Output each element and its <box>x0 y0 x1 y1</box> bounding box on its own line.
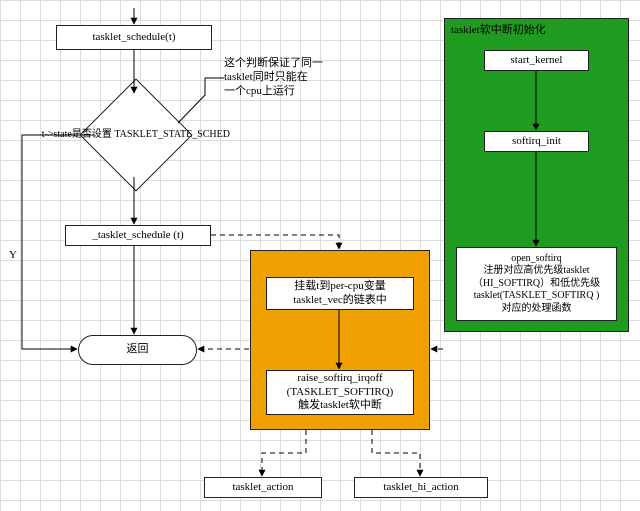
node-tasklet-action: tasklet_action <box>204 477 322 498</box>
node-decision-label: t->state是否设置 TASKLET_STATE_SCHED <box>42 129 230 142</box>
edge-label-y: Y <box>9 249 17 261</box>
node-orange-raise: raise_softirq_irqoff (TASKLET_SOFTIRQ) 触… <box>266 370 414 415</box>
node-start-kernel: start_kernel <box>484 50 589 71</box>
node-tasklet-schedule: tasklet_schedule(t) <box>56 25 212 50</box>
node-return: 返回 <box>78 335 197 365</box>
green-group-title: tasklet软中断初始化 <box>451 21 546 37</box>
node-orange-enqueue: 挂载t到per-cpu变量 tasklet_vec的链表中 <box>266 277 414 310</box>
node-open-softirq: open_softirq 注册对应高优先级tasklet （HI_SOFTIRQ… <box>456 247 617 321</box>
node-softirq-init: softirq_init <box>484 131 589 152</box>
node-decision: t->state是否设置 TASKLET_STATE_SCHED <box>79 78 192 191</box>
node-tasklet-hi-action: tasklet_hi_action <box>354 477 488 498</box>
note-label: 这个判断保证了同一 tasklet同时只能在 一个cpu上运行 <box>224 57 359 98</box>
node-underscore-tasklet-schedule: _tasklet_schedule (t) <box>65 225 211 246</box>
